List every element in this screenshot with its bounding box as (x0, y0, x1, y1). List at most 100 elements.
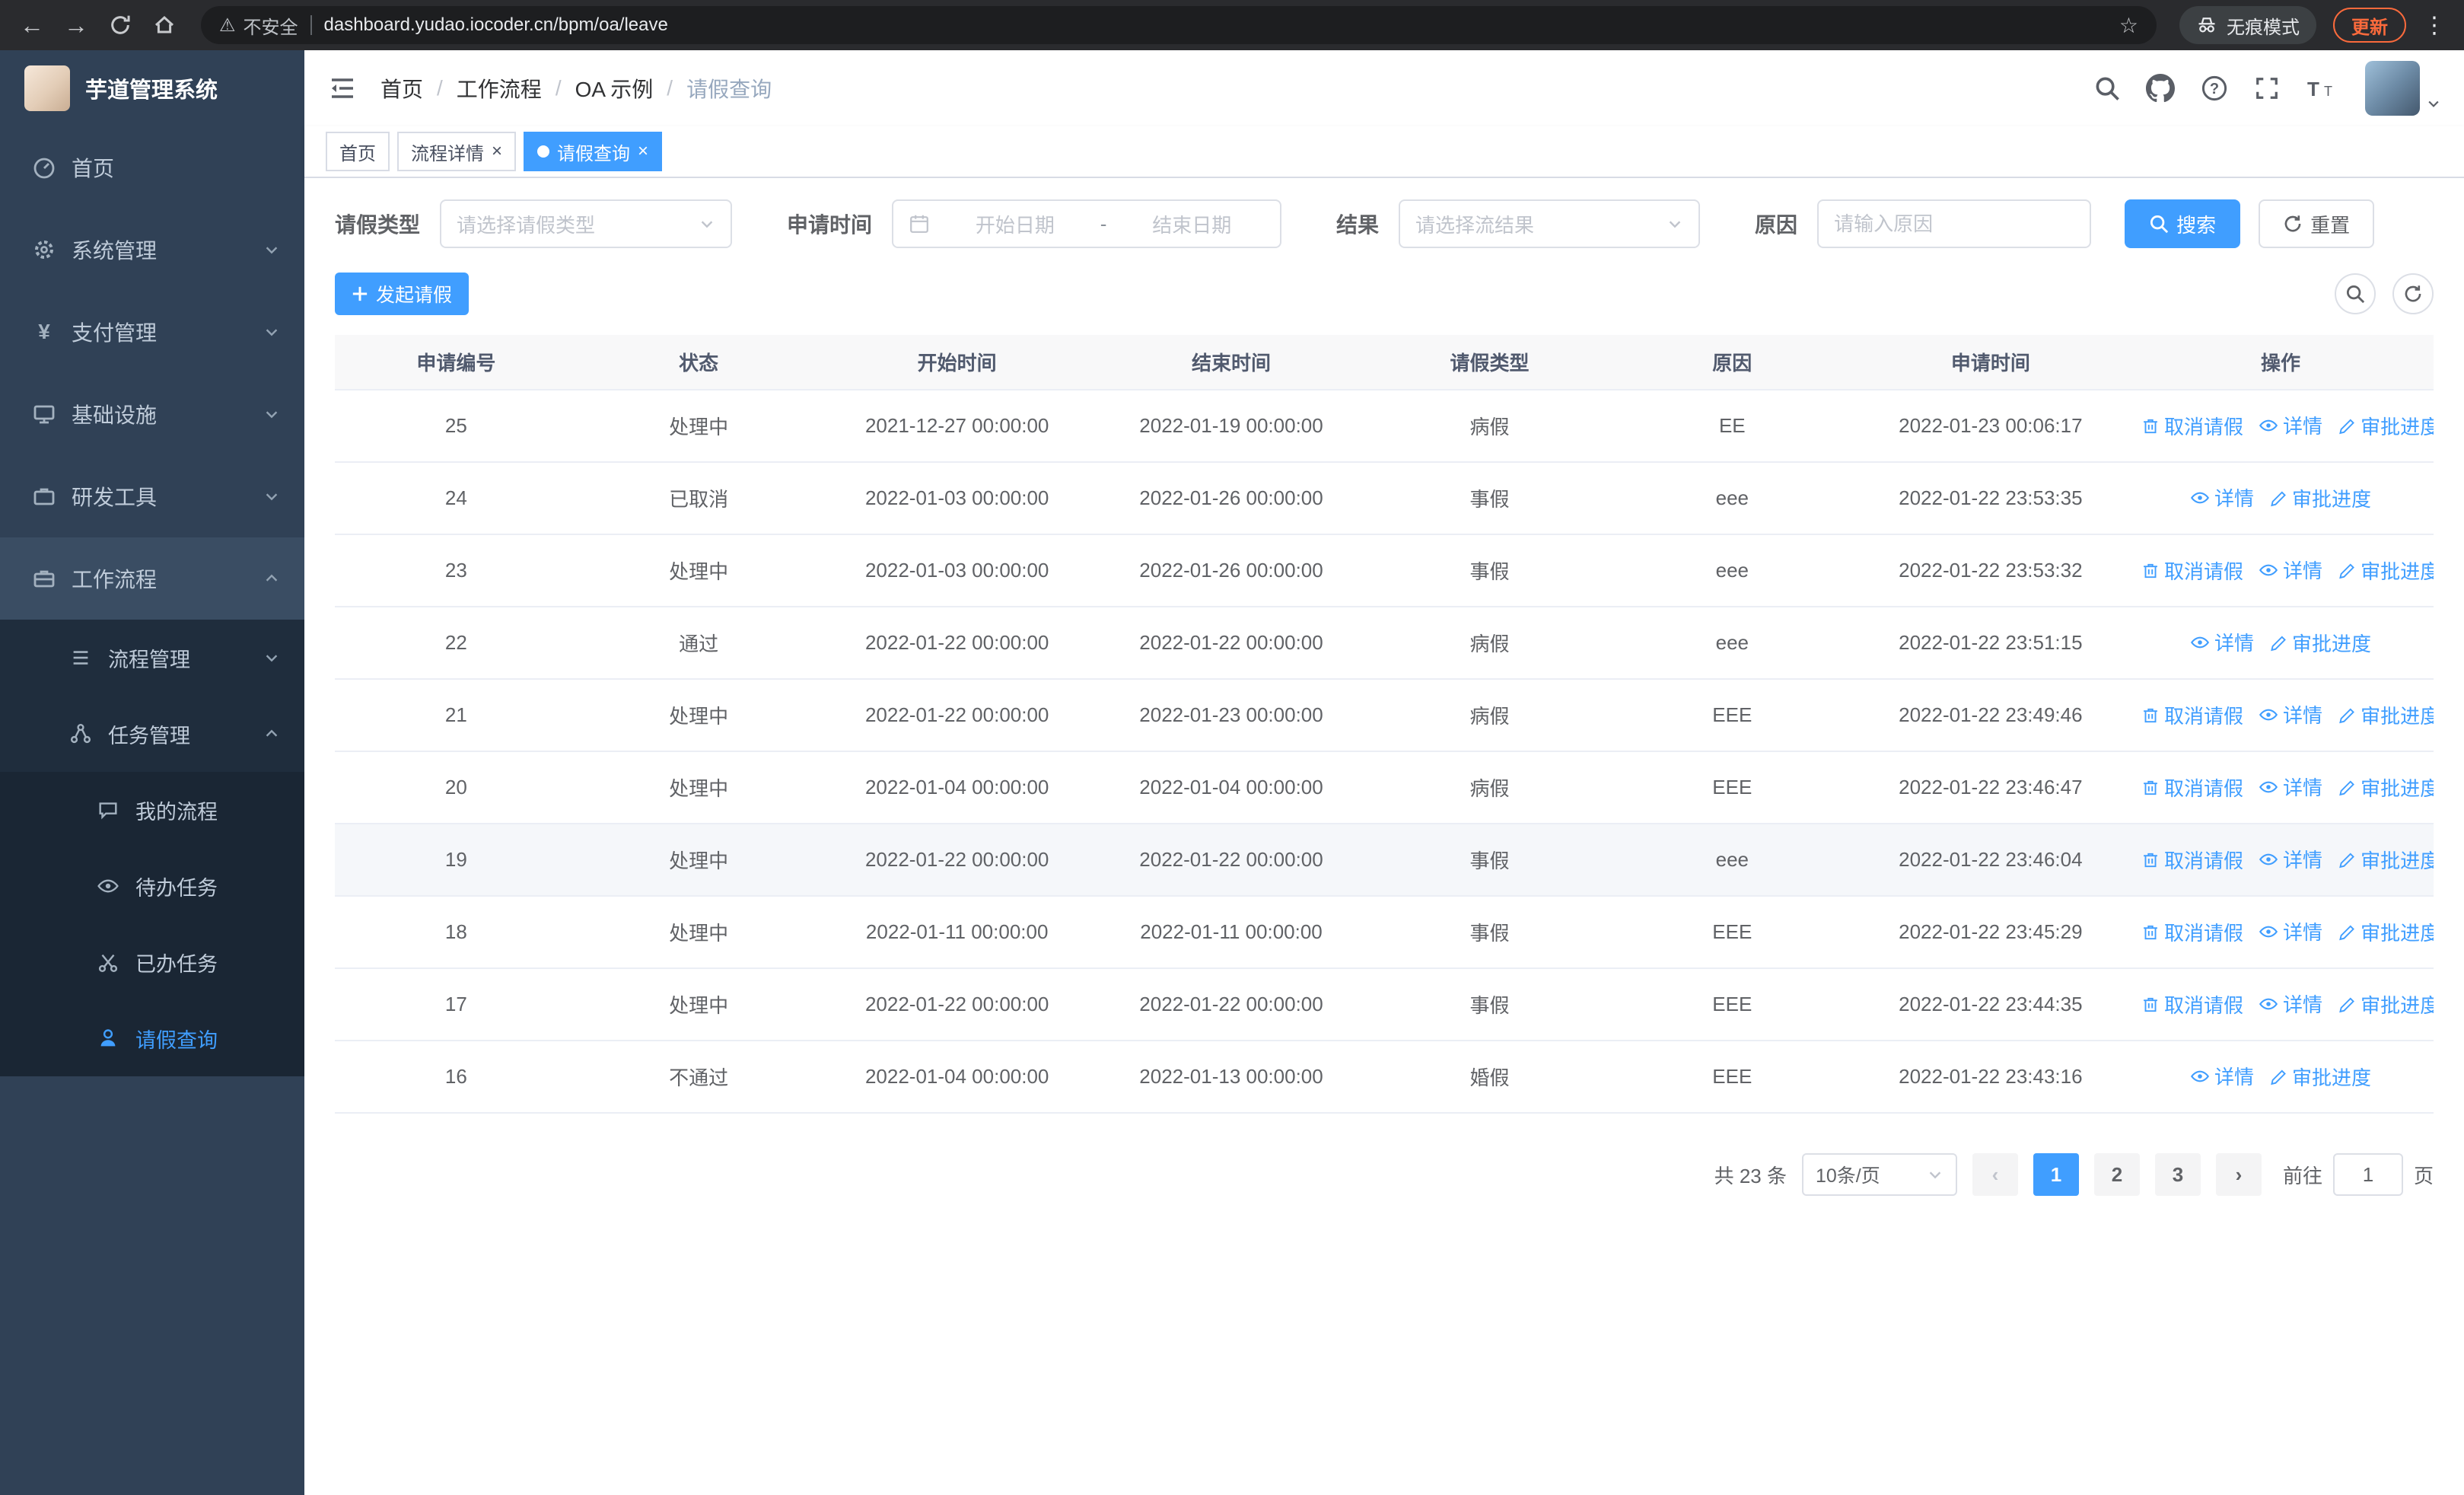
start-date-placeholder: 开始日期 (975, 213, 1055, 237)
breadcrumb-item[interactable]: OA 示例 (575, 73, 654, 104)
page-button-3[interactable]: 3 (2154, 1153, 2201, 1196)
leave-type-select[interactable]: 请选择请假类型 (440, 199, 733, 248)
detail-link[interactable]: 详情 (2190, 483, 2254, 512)
goto-page-input[interactable] (2332, 1153, 2403, 1196)
browser-update-button[interactable]: 更新 (2333, 8, 2406, 43)
create-leave-button[interactable]: 发起请假 (335, 273, 470, 315)
approval-progress-link[interactable]: 审批进度 (2338, 918, 2434, 946)
approval-progress-link[interactable]: 审批进度 (2338, 701, 2434, 729)
detail-link[interactable]: 详情 (2259, 556, 2322, 584)
cell-id: 19 (335, 824, 578, 897)
cancel-leave-link[interactable]: 取消请假 (2141, 701, 2243, 729)
github-icon[interactable] (2146, 74, 2175, 103)
sidebar-item-label: 工作流程 (72, 568, 158, 591)
cell-status: 处理中 (577, 679, 820, 752)
monitor-icon (30, 400, 58, 428)
back-icon[interactable]: ← (18, 11, 46, 40)
detail-link[interactable]: 详情 (2259, 411, 2322, 439)
sidebar-item-leave-query[interactable]: 请假查询 (0, 1000, 304, 1076)
refresh-button[interactable] (2392, 273, 2434, 314)
result-select[interactable]: 请选择流结果 (1399, 199, 1701, 248)
tab-process-detail[interactable]: 流程详情 × (397, 132, 517, 171)
pagination: 共 23 条 10条/页 ‹ 1 2 3 › 前往 页 (335, 1153, 2434, 1196)
forward-icon[interactable]: → (62, 11, 90, 40)
approval-progress-link[interactable]: 审批进度 (2338, 773, 2434, 802)
approval-progress-link[interactable]: 审批进度 (2338, 846, 2434, 874)
sidebar-item-process-mgmt[interactable]: 流程管理 (0, 620, 304, 696)
help-icon[interactable]: ? (2201, 75, 2228, 102)
toggle-search-button[interactable] (2335, 273, 2376, 314)
search-button[interactable]: 搜索 (2125, 199, 2241, 248)
cell-status: 已取消 (577, 462, 820, 535)
sidebar-item-workflow[interactable]: 工作流程 (0, 537, 304, 620)
cancel-leave-link[interactable]: 取消请假 (2141, 846, 2243, 874)
cell-type: 病假 (1368, 607, 1611, 680)
avatar[interactable] (2365, 61, 2420, 116)
prev-page-button[interactable]: ‹ (1972, 1153, 2018, 1196)
breadcrumb-item[interactable]: 首页 (380, 73, 423, 104)
page-button-1[interactable]: 1 (2033, 1153, 2079, 1196)
approval-progress-link[interactable]: 审批进度 (2269, 484, 2371, 512)
sidebar-item-infrastructure[interactable]: 基础设施 (0, 373, 304, 455)
cell-actions: 取消请假 详情 审批进度 (2128, 751, 2434, 824)
page-size-select[interactable]: 10条/页 (1801, 1153, 1957, 1196)
detail-link[interactable]: 详情 (2259, 700, 2322, 728)
table-row: 23 处理中 2022-01-03 00:00:00 2022-01-26 00… (335, 534, 2434, 607)
approval-progress-link[interactable]: 审批进度 (2269, 629, 2371, 657)
cancel-leave-link[interactable]: 取消请假 (2141, 556, 2243, 585)
next-page-button[interactable]: › (2215, 1153, 2262, 1196)
sidebar-item-system[interactable]: 系统管理 (0, 209, 304, 291)
cell-actions: 取消请假 详情 审批进度 (2128, 534, 2434, 607)
detail-link[interactable]: 详情 (2259, 990, 2322, 1018)
sidebar-item-task-mgmt[interactable]: 任务管理 (0, 696, 304, 772)
user-menu[interactable] (2365, 61, 2441, 116)
font-size-icon[interactable]: TT (2306, 76, 2339, 100)
reset-button[interactable]: 重置 (2259, 199, 2375, 248)
cancel-leave-link[interactable]: 取消请假 (2141, 990, 2243, 1018)
reason-input[interactable] (1834, 212, 2075, 236)
cell-start: 2022-01-22 00:00:00 (820, 824, 1094, 897)
cell-reason: EEE (1610, 896, 1854, 969)
search-icon[interactable] (2094, 75, 2120, 101)
collapse-sidebar-icon[interactable] (327, 73, 358, 104)
reason-input-wrap (1817, 199, 2092, 248)
approval-progress-link[interactable]: 审批进度 (2338, 556, 2434, 585)
sidebar-item-done-tasks[interactable]: 已办任务 (0, 924, 304, 1000)
close-icon[interactable]: × (492, 142, 502, 161)
approval-progress-link[interactable]: 审批进度 (2338, 412, 2434, 440)
detail-link[interactable]: 详情 (2190, 628, 2254, 656)
cell-id: 16 (335, 1041, 578, 1114)
cancel-leave-link[interactable]: 取消请假 (2141, 412, 2243, 440)
detail-link[interactable]: 详情 (2190, 1062, 2254, 1090)
cancel-leave-link[interactable]: 取消请假 (2141, 773, 2243, 802)
sidebar-item-payment[interactable]: ¥ 支付管理 (0, 291, 304, 373)
detail-link[interactable]: 详情 (2259, 917, 2322, 945)
cancel-leave-link[interactable]: 取消请假 (2141, 918, 2243, 946)
url-bar[interactable]: ⚠ 不安全 dashboard.yudao.iocoder.cn/bpm/oa/… (201, 6, 2157, 44)
sidebar-item-home[interactable]: 首页 (0, 126, 304, 209)
breadcrumb-item[interactable]: 工作流程 (457, 73, 542, 104)
sidebar-item-devtools[interactable]: 研发工具 (0, 455, 304, 537)
page-button-2[interactable]: 2 (2093, 1153, 2140, 1196)
reload-icon[interactable] (107, 14, 134, 37)
cell-id: 21 (335, 679, 578, 752)
sidebar-item-todo-tasks[interactable]: 待办任务 (0, 848, 304, 924)
url-text[interactable]: dashboard.yudao.iocoder.cn/bpm/oa/leave (324, 14, 2107, 36)
sidebar-item-my-process[interactable]: 我的流程 (0, 772, 304, 848)
close-icon[interactable]: × (638, 142, 648, 161)
browser-menu-icon[interactable]: ⋮ (2423, 12, 2446, 39)
tab-home[interactable]: 首页 (326, 132, 390, 171)
approval-progress-link[interactable]: 审批进度 (2269, 1063, 2371, 1091)
date-range-picker[interactable]: 开始日期 - 结束日期 (892, 199, 1282, 248)
detail-link[interactable]: 详情 (2259, 845, 2322, 873)
tab-leave-query[interactable]: 请假查询 × (524, 132, 663, 171)
cell-status: 处理中 (577, 534, 820, 607)
fullscreen-icon[interactable] (2254, 75, 2280, 101)
home-icon[interactable] (151, 13, 178, 37)
detail-link[interactable]: 详情 (2259, 773, 2322, 801)
security-warning[interactable]: ⚠ 不安全 (219, 12, 298, 39)
approval-progress-link[interactable]: 审批进度 (2338, 990, 2434, 1018)
bookmark-star-icon[interactable]: ☆ (2119, 13, 2138, 38)
tags-view: 首页 流程详情 × 请假查询 × (304, 126, 2464, 178)
cell-actions: 取消请假 详情 审批进度 (2128, 896, 2434, 969)
